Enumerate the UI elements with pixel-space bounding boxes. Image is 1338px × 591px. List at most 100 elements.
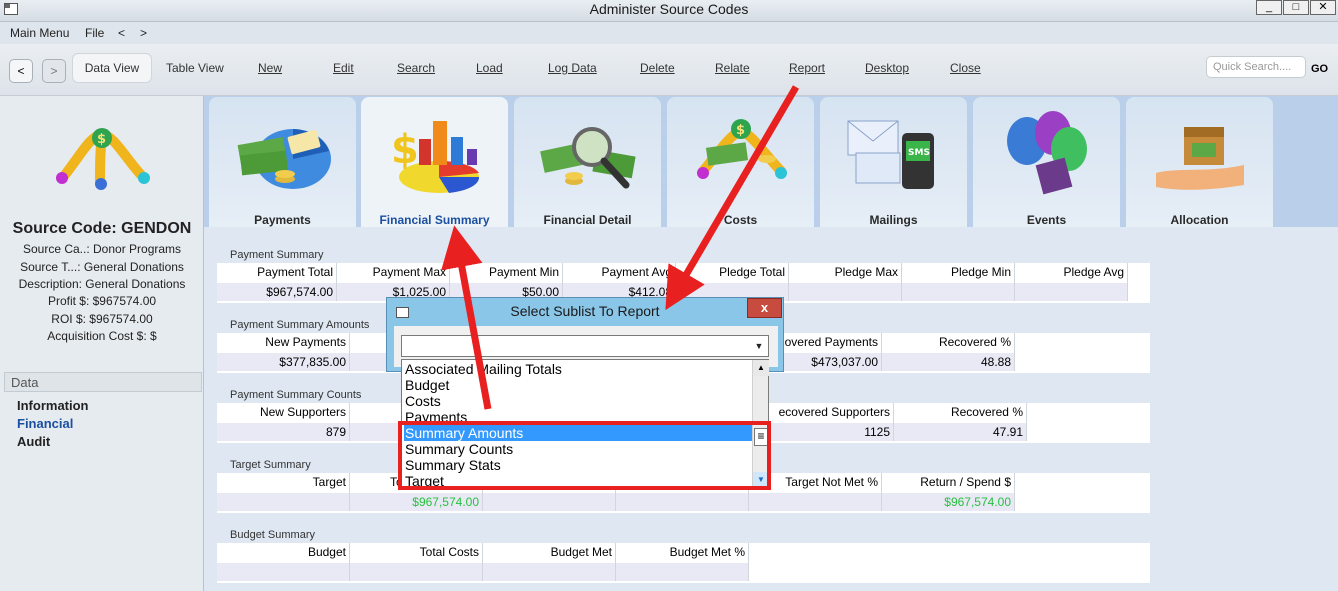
cell-value: [217, 493, 350, 511]
cell-value: 47.91: [894, 423, 1027, 441]
forward-button[interactable]: >: [42, 59, 66, 83]
budget-summary-grid: Budget Total Costs Budget Met Budget Met…: [217, 543, 1150, 583]
cell-value: $967,574.00: [882, 493, 1015, 511]
chevron-down-icon[interactable]: ▼: [752, 338, 766, 354]
sublist-combobox[interactable]: ▼: [401, 335, 769, 357]
col-header: Recovered %: [882, 333, 1015, 353]
menu-bar: Main Menu File < >: [0, 22, 1338, 44]
col-header: Payment Min: [450, 263, 563, 283]
col-header: Pledge Total: [676, 263, 789, 283]
tab-costs-label: Costs: [723, 213, 758, 227]
col-header: Payment Max: [337, 263, 450, 283]
col-header: Target: [217, 473, 350, 493]
tab-financial-detail-label: Financial Detail: [543, 213, 632, 227]
payments-icon: [237, 129, 331, 189]
col-header: ecovered Supporters: [749, 403, 894, 423]
col-header: Return / Spend $: [882, 473, 1015, 493]
back-button[interactable]: <: [9, 59, 33, 83]
nav-financial[interactable]: Financial: [17, 416, 73, 431]
cell-value: 48.88: [882, 353, 1015, 371]
financial-summary-content: Payment Summary Payment Total Payment Ma…: [210, 227, 1338, 591]
data-section-header: Data: [4, 372, 202, 392]
nav-information[interactable]: Information: [17, 398, 89, 413]
quick-search-input[interactable]: Quick Search....: [1206, 56, 1306, 78]
tab-events-label: Events: [1026, 213, 1067, 227]
svg-text:SMS: SMS: [908, 148, 930, 158]
svg-text:$: $: [97, 132, 106, 147]
svg-text:$: $: [391, 127, 419, 173]
col-header: Pledge Max: [789, 263, 902, 283]
tab-financial-summary-label: Financial Summary: [379, 213, 490, 227]
col-header: New Payments: [217, 333, 350, 353]
data-view-button[interactable]: Data View: [72, 53, 152, 83]
list-item[interactable]: Budget: [404, 377, 752, 393]
left-panel: $ Source Code: GENDON Source Ca..: Donor…: [0, 96, 204, 591]
cell-value: $967,574.00: [217, 283, 337, 301]
cell-value: [616, 493, 749, 511]
cell-value: [1015, 283, 1128, 301]
tab-mailings[interactable]: SMS Mailings: [820, 97, 967, 227]
cell-value: [483, 493, 616, 511]
maximize-button[interactable]: □: [1283, 0, 1309, 15]
col-header: New Supporters: [217, 403, 350, 423]
report-button[interactable]: Report: [789, 61, 825, 75]
delete-button[interactable]: Delete: [640, 61, 675, 75]
tab-strip: Payments $ Financial Summary Financial D…: [204, 96, 1338, 227]
list-item[interactable]: Costs: [404, 393, 752, 409]
menu-main-menu[interactable]: Main Menu: [10, 26, 69, 40]
cell-value: [902, 283, 1015, 301]
col-header: Total Costs: [350, 543, 483, 563]
source-code-title: Source Code: GENDON: [12, 220, 192, 237]
new-button[interactable]: New: [258, 61, 282, 75]
desktop-button[interactable]: Desktop: [865, 61, 909, 75]
col-header: Pledge Min: [902, 263, 1015, 283]
target-summary-title: Target Summary: [230, 459, 311, 471]
source-code-logo-icon: $: [56, 128, 150, 190]
profit: Profit $: $967574.00: [47, 294, 157, 308]
financial-summary-icon: $: [391, 121, 480, 193]
tab-financial-summary[interactable]: $ Financial Summary: [361, 97, 508, 227]
dialog-close-button[interactable]: x: [747, 298, 782, 318]
payment-summary-counts-title: Payment Summary Counts: [230, 389, 362, 401]
cell-value: [789, 283, 902, 301]
minimize-button[interactable]: _: [1256, 0, 1282, 15]
payment-summary-amounts-title: Payment Summary Amounts: [230, 319, 370, 331]
edit-button[interactable]: Edit: [333, 61, 354, 75]
search-button[interactable]: Search: [397, 61, 435, 75]
source-category: Source Ca..: Donor Programs: [22, 242, 182, 256]
tab-allocation-label: Allocation: [1170, 213, 1229, 227]
nav-audit[interactable]: Audit: [17, 434, 50, 449]
col-header: Payment Total: [217, 263, 337, 283]
cell-value: [350, 563, 483, 581]
menu-forward[interactable]: >: [140, 26, 147, 40]
tab-financial-detail[interactable]: Financial Detail: [514, 97, 661, 227]
tab-costs[interactable]: $ Costs: [667, 97, 814, 227]
tab-allocation[interactable]: Allocation: [1126, 97, 1273, 227]
toolbar: < > Data View Table View New Edit Search…: [0, 44, 1338, 96]
go-button[interactable]: GO: [1311, 63, 1328, 75]
allocation-icon: [1156, 127, 1244, 190]
menu-file[interactable]: File: [85, 26, 104, 40]
title-bar: Administer Source Codes _ □ ✕: [0, 0, 1338, 22]
costs-icon: $: [697, 119, 787, 179]
list-item[interactable]: Associated Mailing Totals: [404, 361, 752, 377]
load-button[interactable]: Load: [476, 61, 503, 75]
table-view-button[interactable]: Table View: [166, 61, 224, 75]
close-window-button[interactable]: ✕: [1310, 0, 1336, 15]
relate-button[interactable]: Relate: [715, 61, 750, 75]
roi: ROI $: $967574.00: [51, 312, 153, 326]
acquisition-cost: Acquisition Cost $: $: [47, 329, 157, 343]
events-icon: [1007, 111, 1087, 195]
col-header: Pledge Avg: [1015, 263, 1128, 283]
tab-events[interactable]: Events: [973, 97, 1120, 227]
financial-detail-icon: [540, 127, 636, 189]
log-data-button[interactable]: Log Data: [548, 61, 597, 75]
cell-value: [483, 563, 616, 581]
payment-summary-title: Payment Summary: [230, 249, 324, 261]
scroll-up-icon[interactable]: ▲: [753, 360, 769, 376]
menu-back[interactable]: <: [118, 26, 125, 40]
mailings-icon: SMS: [847, 120, 934, 189]
close-button[interactable]: Close: [950, 61, 981, 75]
tab-payments[interactable]: Payments: [209, 97, 356, 227]
tab-mailings-label: Mailings: [869, 213, 918, 227]
